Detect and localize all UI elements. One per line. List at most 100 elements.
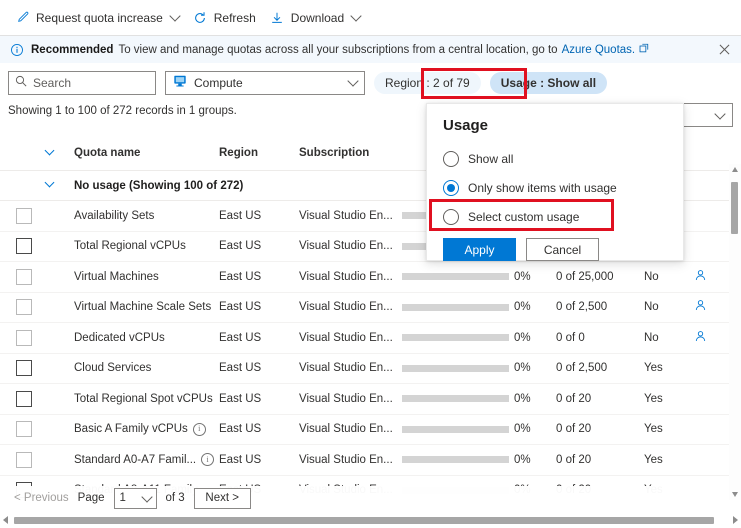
radio-icon[interactable] — [443, 209, 459, 225]
table-row[interactable]: Cloud ServicesEast USVisual Studio En...… — [0, 353, 741, 384]
request-increase-person-icon[interactable] — [694, 303, 707, 315]
chevron-down-icon[interactable] — [347, 75, 358, 86]
search-input[interactable]: Search — [8, 71, 156, 95]
cell-usage-percent: 0% — [514, 414, 556, 445]
request-quota-increase-label: Request quota increase — [36, 11, 163, 25]
scroll-left-arrow-icon[interactable] — [3, 516, 8, 524]
recommended-banner: Recommended To view and manage quotas ac… — [0, 36, 741, 63]
cell-quota-value: 0 of 20 — [556, 445, 644, 476]
header-region[interactable]: Region — [219, 136, 299, 171]
chevron-down-icon[interactable] — [350, 10, 361, 21]
region-filter-label: Region : 2 of 79 — [385, 76, 470, 90]
cell-quota-name: Virtual Machine Scale Sets — [74, 292, 219, 323]
table-row[interactable]: Dedicated vCPUsEast USVisual Studio En..… — [0, 323, 741, 354]
close-icon[interactable] — [715, 41, 733, 59]
banner-text: To view and manage quotas across all you… — [118, 44, 557, 56]
row-checkbox-cell — [0, 323, 46, 354]
chevron-down-icon[interactable] — [45, 145, 55, 155]
apply-button[interactable]: Apply — [443, 238, 516, 261]
cell-quota-value: 0 of 2,500 — [556, 292, 644, 323]
header-expand-toggle[interactable] — [46, 136, 74, 171]
request-increase-person-icon[interactable] — [694, 273, 707, 285]
vertical-scrollbar[interactable] — [729, 164, 741, 500]
info-icon[interactable]: i — [193, 423, 206, 436]
info-icon[interactable]: i — [201, 453, 214, 466]
page-number-value: 1 — [120, 492, 126, 504]
pencil-icon — [15, 10, 30, 25]
cell-adjustable: Yes — [644, 414, 694, 445]
header-quota-name[interactable]: Quota name — [74, 136, 219, 171]
row-checkbox[interactable] — [16, 421, 32, 437]
table-row[interactable]: Total Regional Spot vCPUsEast USVisual S… — [0, 384, 741, 415]
usage-filter-pill[interactable]: Usage : Show all — [490, 72, 607, 94]
chevron-down-icon[interactable] — [141, 491, 152, 502]
filter-bar: Search Compute Region : 2 of 79 Usage : … — [0, 63, 741, 97]
refresh-button[interactable]: Refresh — [186, 4, 263, 32]
row-spacer — [46, 445, 74, 476]
azure-quotas-link[interactable]: Azure Quotas. — [562, 44, 636, 56]
scroll-down-arrow-icon[interactable] — [732, 492, 738, 497]
download-button[interactable]: Download — [263, 4, 367, 32]
region-filter-pill[interactable]: Region : 2 of 79 — [374, 72, 481, 94]
provider-value: Compute — [194, 76, 340, 90]
cell-quota-name: Dedicated vCPUs — [74, 323, 219, 354]
previous-page-button[interactable]: < Previous — [14, 492, 69, 504]
row-checkbox[interactable] — [16, 299, 32, 315]
table-row[interactable]: Virtual Machine Scale SetsEast USVisual … — [0, 292, 741, 323]
group-expand-toggle[interactable] — [46, 171, 74, 201]
row-spacer — [46, 384, 74, 415]
row-checkbox[interactable] — [16, 452, 32, 468]
scroll-up-arrow-icon[interactable] — [732, 167, 738, 172]
row-spacer — [46, 231, 74, 262]
group-label: No usage (Showing 100 of 272) — [74, 180, 243, 192]
cell-subscription: Visual Studio En... — [299, 262, 402, 293]
row-checkbox[interactable] — [16, 360, 32, 376]
table-row[interactable]: Virtual MachinesEast USVisual Studio En.… — [0, 262, 741, 293]
next-page-button[interactable]: Next > — [194, 488, 251, 509]
radio-icon-selected[interactable] — [443, 180, 459, 196]
cell-quota-value: 0 of 20 — [556, 384, 644, 415]
cell-adjustable: Yes — [644, 384, 694, 415]
request-increase-person-icon[interactable] — [694, 334, 707, 346]
radio-icon[interactable] — [443, 151, 459, 167]
scroll-right-arrow-icon[interactable] — [733, 516, 738, 524]
chevron-down-icon[interactable] — [714, 108, 725, 119]
row-checkbox-cell — [0, 384, 46, 415]
radio-option-custom-usage[interactable]: Select custom usage — [443, 204, 667, 229]
refresh-icon — [193, 10, 208, 25]
table-row[interactable]: Basic A Family vCPUsiEast USVisual Studi… — [0, 414, 741, 445]
horizontal-scrollbar-thumb[interactable] — [14, 517, 714, 524]
chevron-down-icon[interactable] — [169, 10, 180, 21]
header-subscription[interactable]: Subscription — [299, 136, 402, 171]
row-checkbox[interactable] — [16, 269, 32, 285]
usage-bar — [402, 426, 509, 433]
total-pages-label: of 3 — [166, 492, 185, 504]
vertical-scrollbar-thumb[interactable] — [731, 182, 738, 234]
row-checkbox[interactable] — [16, 391, 32, 407]
usage-bar — [402, 456, 509, 463]
quota-name-text: Standard A0-A7 Famil... — [74, 454, 196, 466]
quota-name-text: Total Regional vCPUs — [74, 240, 186, 252]
radio-option-only-with-usage[interactable]: Only show items with usage — [443, 175, 667, 200]
cell-usage-percent: 0% — [514, 384, 556, 415]
page-number-select[interactable]: 1 — [114, 488, 157, 509]
cell-adjustable: No — [644, 323, 694, 354]
chevron-down-icon[interactable] — [45, 178, 55, 188]
row-checkbox[interactable] — [16, 238, 32, 254]
provider-select[interactable]: Compute — [165, 71, 365, 95]
download-label: Download — [291, 11, 344, 25]
cell-region: East US — [219, 231, 299, 262]
cell-subscription: Visual Studio En... — [299, 353, 402, 384]
radio-option-show-all[interactable]: Show all — [443, 146, 667, 171]
row-checkbox[interactable] — [16, 208, 32, 224]
request-quota-increase-button[interactable]: Request quota increase — [8, 4, 186, 32]
cell-quota-value: 0 of 0 — [556, 323, 644, 354]
banner-title: Recommended — [31, 44, 113, 56]
row-checkbox[interactable] — [16, 330, 32, 346]
row-checkbox-cell — [0, 414, 46, 445]
horizontal-scrollbar[interactable] — [0, 512, 741, 528]
cancel-button[interactable]: Cancel — [526, 238, 599, 261]
cell-usage-percent: 0% — [514, 262, 556, 293]
table-row[interactable]: Standard A0-A7 Famil...iEast USVisual St… — [0, 445, 741, 476]
external-link-icon[interactable] — [639, 43, 649, 56]
